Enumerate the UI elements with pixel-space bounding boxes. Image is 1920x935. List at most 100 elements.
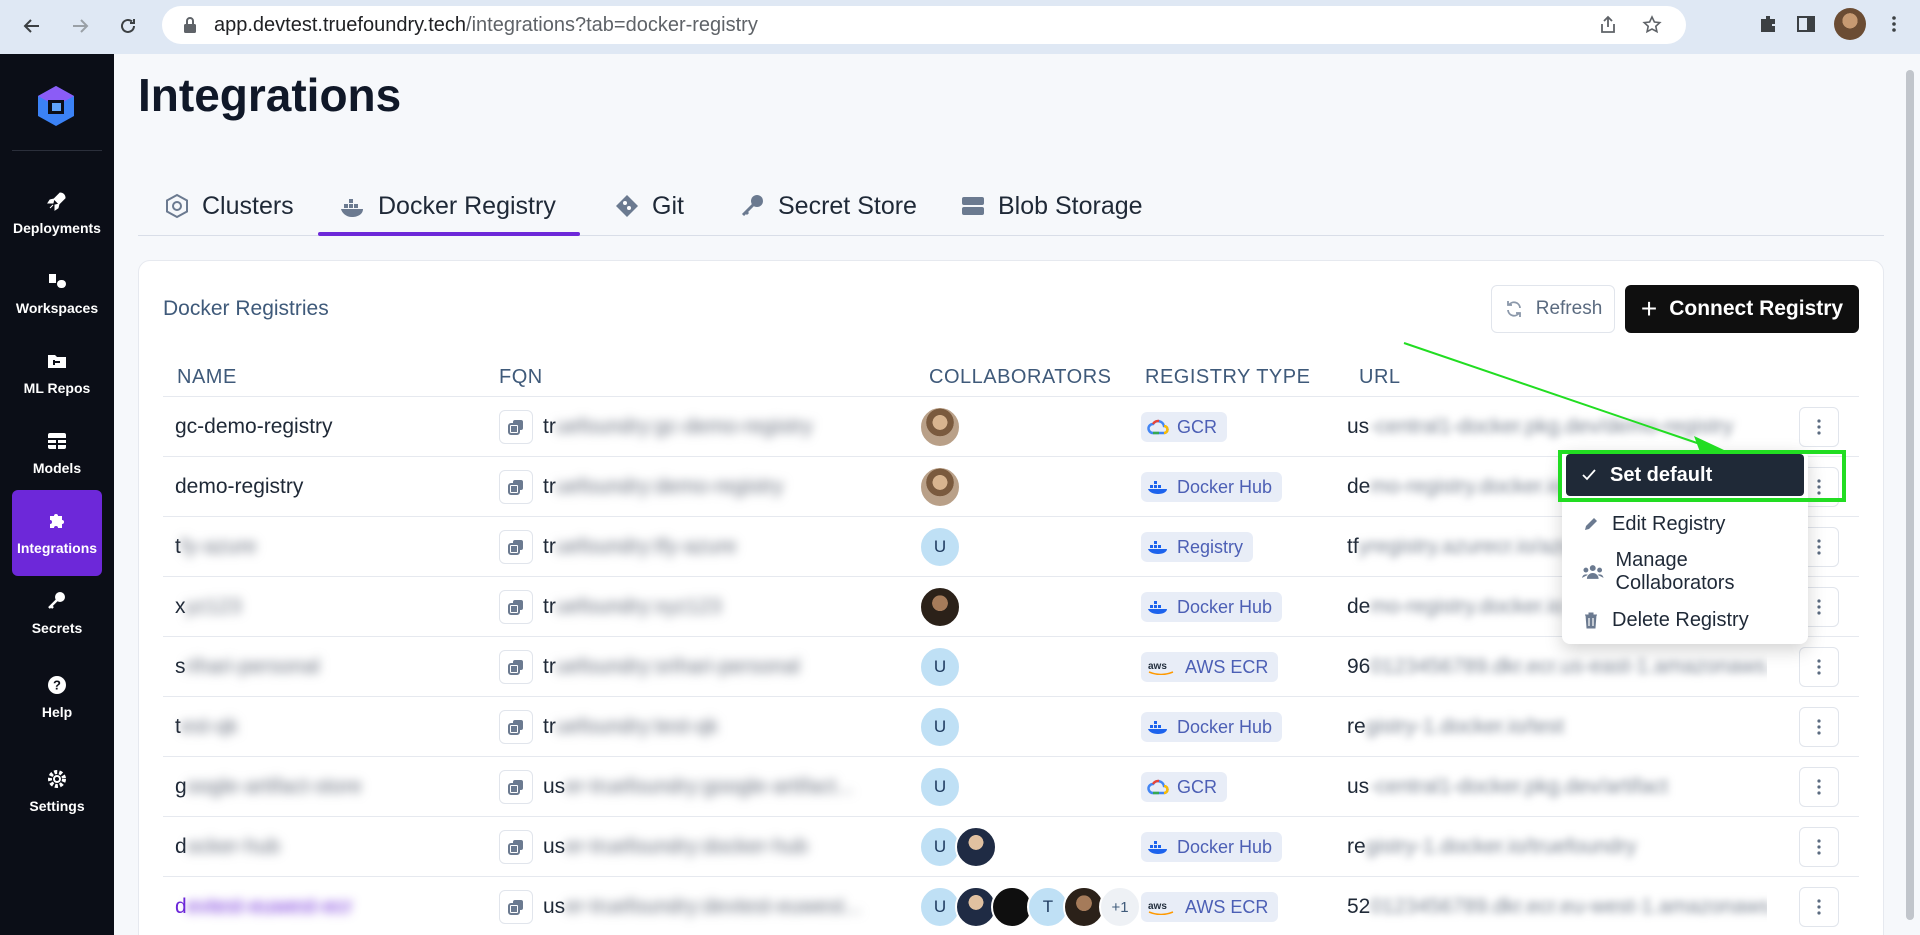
tab-git[interactable]: Git	[614, 176, 684, 236]
sidebar: Deployments Workspaces ML Repos Models I…	[0, 54, 114, 935]
back-icon[interactable]	[12, 6, 52, 46]
more-vertical-icon	[1817, 899, 1821, 915]
fqn-value-redacted: uefoundry:demo-registry	[555, 475, 784, 498]
column-header-registry-type[interactable]: REGISTRY TYPE	[1145, 357, 1310, 397]
registry-type-badge: GCR	[1141, 772, 1227, 802]
row-actions-button[interactable]	[1799, 707, 1839, 747]
row-actions-button[interactable]	[1799, 887, 1839, 927]
row-actions-button[interactable]	[1799, 767, 1839, 807]
sidebar-item-settings[interactable]: Settings	[12, 748, 102, 834]
more-vertical-icon	[1817, 539, 1821, 555]
sidebar-item-help[interactable]: ? Help	[12, 654, 102, 740]
refresh-label: Refresh	[1535, 298, 1603, 319]
table-row[interactable]: t est-qk tr uefoundry:test-qk U Docker Hub re g…	[163, 697, 1859, 757]
column-header-name[interactable]: NAME	[177, 357, 237, 397]
page-scrollbar[interactable]	[1906, 70, 1916, 920]
share-icon[interactable]	[1598, 15, 1618, 35]
registry-name-cell[interactable]: d evtest-euwest-ecr	[175, 877, 352, 935]
integration-tabs: Clusters Docker Registry Git Secret Stor…	[138, 176, 1884, 236]
copy-fqn-button[interactable]	[499, 650, 533, 684]
profile-avatar[interactable]	[1834, 8, 1866, 40]
sidebar-item-integrations[interactable]: Integrations	[12, 490, 102, 576]
scrollbar-thumb[interactable]	[1906, 70, 1914, 920]
table-row[interactable]: g oogle-artifact-store us er-truefoundry:go…	[163, 757, 1859, 817]
registry-name-cell: x yz123	[175, 577, 242, 637]
more-vertical-icon[interactable]	[1884, 14, 1904, 34]
fqn-value-redacted: uefoundry:tfy-azure	[555, 535, 737, 558]
row-actions-button[interactable]	[1799, 407, 1839, 447]
connect-registry-button[interactable]: + Connect Registry	[1625, 285, 1859, 333]
svg-text:aws: aws	[1148, 901, 1167, 912]
docker-icon	[1148, 841, 1167, 854]
row-actions-button[interactable]	[1799, 827, 1839, 867]
copy-icon	[508, 780, 523, 795]
reload-icon[interactable]	[108, 6, 148, 46]
tab-clusters[interactable]: Clusters	[164, 176, 294, 236]
url-value-redacted: gistry-1.docker.io/test	[1365, 715, 1565, 738]
tab-blob-storage[interactable]: Blob Storage	[960, 176, 1143, 236]
tab-secret-store[interactable]: Secret Store	[740, 176, 917, 236]
fqn-cell: tr uefoundry:srihari-personal	[499, 637, 800, 697]
copy-fqn-button[interactable]	[499, 830, 533, 864]
column-header-fqn[interactable]: FQN	[499, 357, 543, 397]
collaborators-more-count: +1	[1099, 886, 1141, 928]
copy-fqn-button[interactable]	[499, 590, 533, 624]
sidebar-item-workspaces[interactable]: Workspaces	[12, 250, 102, 336]
sidebar-item-ml-repos[interactable]: ML Repos	[12, 330, 102, 416]
fqn-value-redacted: er-truefoundry:google-artifact...	[565, 775, 854, 798]
sidebar-item-label: Workspaces	[15, 300, 99, 316]
copy-fqn-button[interactable]	[499, 470, 533, 504]
menu-item-label: Manage Collaborators	[1615, 549, 1735, 594]
star-icon[interactable]	[1642, 15, 1662, 35]
url-value-redacted: mo-registry.docker.io	[1370, 475, 1564, 498]
sidebar-item-models[interactable]: Models	[12, 410, 102, 496]
models-icon	[48, 433, 66, 449]
registry-name-redacted: rihari-personal	[185, 655, 320, 678]
registry-type-cell: Registry	[1141, 517, 1254, 577]
docker-icon	[1148, 541, 1167, 554]
address-bar[interactable]: app.devtest.truefoundry.tech/integration…	[162, 6, 1686, 44]
column-header-url[interactable]: URL	[1359, 357, 1401, 397]
menu-item-manage-collaborators[interactable]: Manage Collaborators	[1562, 548, 1808, 596]
table-row[interactable]: gc-demo-registry tr uefoundry:gc-demo-regi…	[163, 397, 1859, 457]
tab-docker-registry[interactable]: Docker Registry	[340, 176, 556, 236]
registry-type-cell: GCR	[1141, 397, 1227, 457]
fqn-value: tr	[543, 595, 556, 618]
sidebar-item-secrets[interactable]: Secrets	[12, 570, 102, 656]
refresh-button[interactable]: Refresh	[1491, 285, 1615, 333]
pencil-icon	[1585, 518, 1597, 530]
menu-item-delete-registry[interactable]: Delete Registry	[1562, 596, 1808, 644]
copy-fqn-button[interactable]	[499, 710, 533, 744]
collaborator-initial-avatar: U	[919, 766, 961, 808]
fqn-cell: tr uefoundry:demo-registry	[499, 457, 783, 517]
column-header-collaborators[interactable]: COLLABORATORS	[929, 357, 1111, 397]
copy-fqn-button[interactable]	[499, 890, 533, 924]
fqn-cell: tr uefoundry:tfy-azure	[499, 517, 737, 577]
sidebar-item-label: Models	[32, 460, 82, 476]
registry-type-cell: GCR	[1141, 757, 1227, 817]
forward-icon[interactable]	[60, 6, 100, 46]
registry-type-badge: GCR	[1141, 412, 1227, 442]
truefoundry-logo[interactable]	[34, 84, 78, 128]
table-row[interactable]: d ocker-hub us er-truefoundry:docker-hub U Do…	[163, 817, 1859, 877]
copy-fqn-button[interactable]	[499, 410, 533, 444]
menu-item-edit-registry[interactable]: Edit Registry	[1562, 500, 1808, 548]
extensions-icon[interactable]	[1758, 14, 1778, 34]
sidebar-item-deployments[interactable]: Deployments	[12, 170, 102, 256]
copy-icon	[508, 900, 523, 915]
rocket-icon	[47, 192, 66, 211]
more-vertical-icon	[1817, 599, 1821, 615]
copy-fqn-button[interactable]	[499, 530, 533, 564]
sidebar-item-label: Settings	[29, 798, 85, 814]
registry-type-label: AWS ECR	[1185, 896, 1269, 917]
copy-fqn-button[interactable]	[499, 770, 533, 804]
url-value-redacted: yregistry.azurecr.io/azure	[1358, 535, 1592, 558]
table-row[interactable]: s rihari-personal tr uefoundry:srihari-pers…	[163, 637, 1859, 697]
trash-icon	[1585, 612, 1597, 629]
side-panel-icon[interactable]	[1796, 14, 1816, 34]
table-row[interactable]: d evtest-euwest-ecr us er-truefoundry:devte…	[163, 877, 1859, 935]
workspace-icon	[49, 274, 66, 288]
collaborators-cell: U	[919, 757, 961, 817]
lock-icon	[184, 17, 196, 33]
row-actions-button[interactable]	[1799, 647, 1839, 687]
